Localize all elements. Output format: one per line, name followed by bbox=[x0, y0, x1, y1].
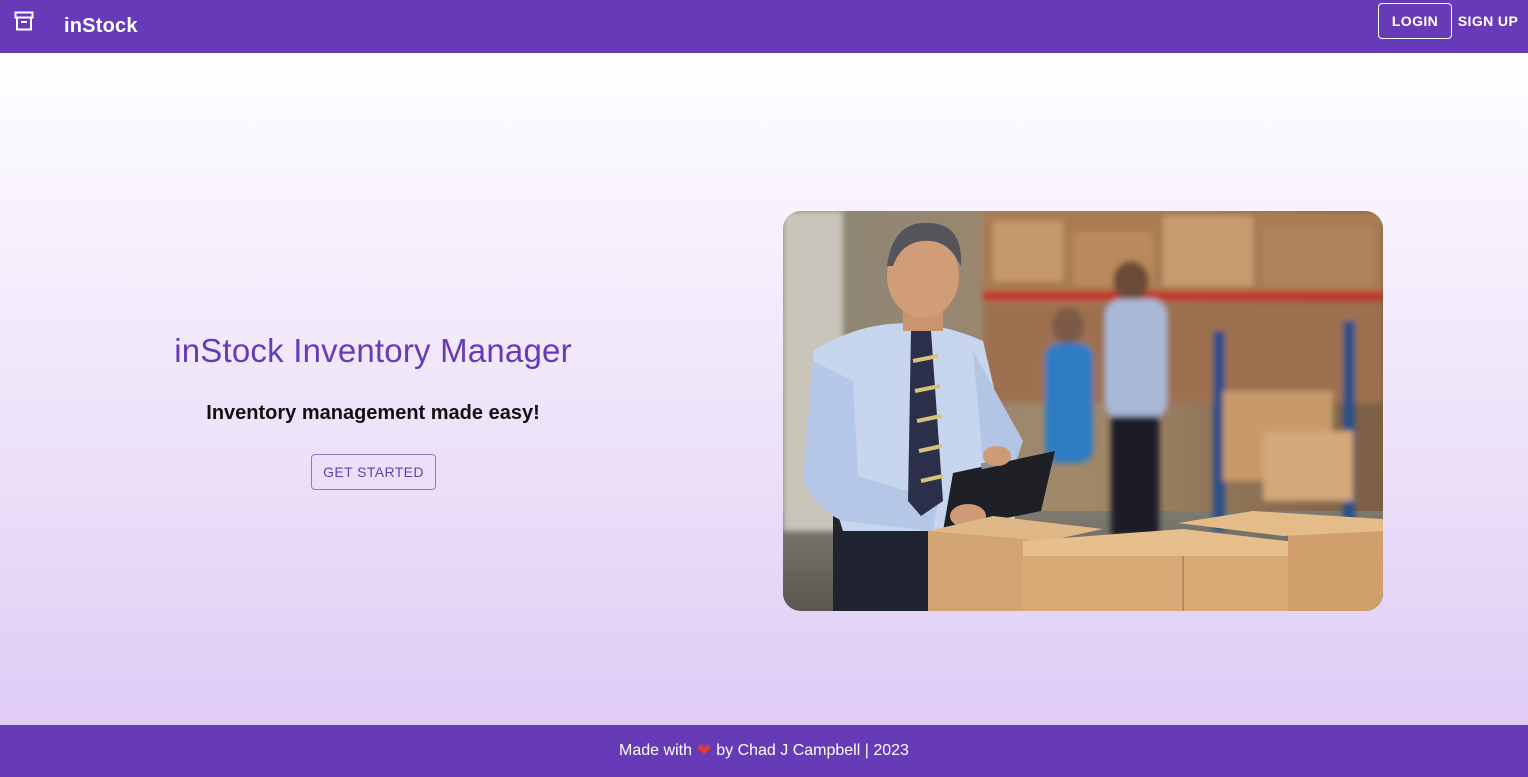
signup-button[interactable]: SIGN UP bbox=[1456, 3, 1520, 39]
login-button[interactable]: LOGIN bbox=[1378, 3, 1452, 39]
top-navbar: inStock LOGIN SIGN UP bbox=[0, 0, 1528, 53]
footer-prefix: Made with bbox=[619, 742, 692, 759]
warehouse-worker-photo bbox=[783, 211, 1383, 611]
archive-box-icon[interactable] bbox=[14, 11, 34, 31]
warehouse-illustration bbox=[783, 211, 1383, 611]
heart-icon: ❤ bbox=[696, 741, 712, 760]
footer: Made with ❤ by Chad J Campbell | 2023 bbox=[0, 725, 1528, 777]
hero-title: inStock Inventory Manager bbox=[174, 332, 572, 369]
hero-subtitle: Inventory management made easy! bbox=[206, 402, 540, 424]
get-started-button[interactable]: GET STARTED bbox=[311, 454, 436, 490]
footer-suffix: by Chad J Campbell | 2023 bbox=[716, 742, 909, 759]
brand-name[interactable]: inStock bbox=[64, 0, 138, 53]
hero-section: inStock Inventory Manager Inventory mana… bbox=[0, 53, 1528, 725]
